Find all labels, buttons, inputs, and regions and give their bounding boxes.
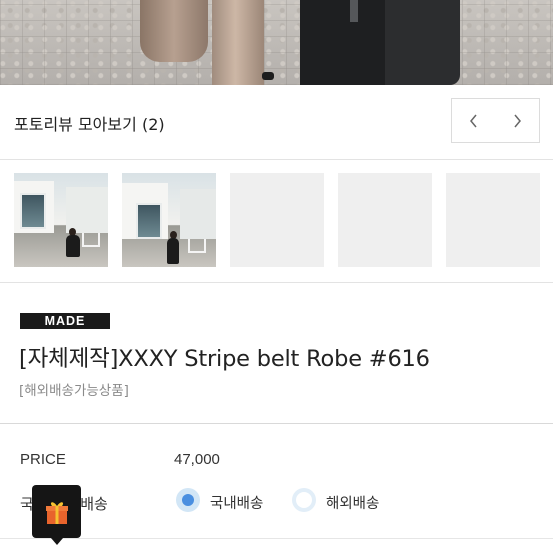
photo-review-thumbnails <box>0 160 553 283</box>
shipping-overseas-label[interactable]: 해외배송 <box>326 492 379 513</box>
price-value: 47,000 <box>174 451 220 468</box>
shipping-domestic-label[interactable]: 국내배송 <box>210 492 263 513</box>
product-main-image <box>0 0 553 85</box>
photo-review-title-text: 포토리뷰 모아보기 <box>14 115 137 134</box>
review-thumbnail-empty <box>230 173 324 267</box>
photo-review-next-button[interactable] <box>495 98 540 143</box>
product-info: MADE [자체제작]XXXY Stripe belt Robe #616 [해… <box>0 283 553 424</box>
gift-icon <box>45 501 68 524</box>
photo-review-count: (2) <box>141 115 165 134</box>
chevron-right-icon <box>514 114 521 127</box>
product-tag: [해외배송가능상품] <box>19 383 129 399</box>
price-shipping-section: PRICE 47,000 국내·해외배송 국내배송 해외배송 <box>0 424 553 553</box>
gift-button[interactable] <box>32 485 81 545</box>
product-name: [자체제작]XXXY Stripe belt Robe #616 <box>19 346 430 372</box>
shipping-domestic-radio[interactable] <box>176 488 200 512</box>
price-label: PRICE <box>20 451 66 468</box>
divider <box>0 538 553 539</box>
chevron-left-icon <box>470 114 477 127</box>
review-thumbnail-empty <box>338 173 432 267</box>
made-badge: MADE <box>20 313 110 329</box>
review-thumbnail[interactable] <box>122 173 216 267</box>
shipping-overseas-radio[interactable] <box>292 488 316 512</box>
photo-review-title: 포토리뷰 모아보기 (2) <box>14 111 165 135</box>
review-thumbnail[interactable] <box>14 173 108 267</box>
review-thumbnail-empty <box>446 173 540 267</box>
photo-review-prev-button[interactable] <box>451 98 497 143</box>
